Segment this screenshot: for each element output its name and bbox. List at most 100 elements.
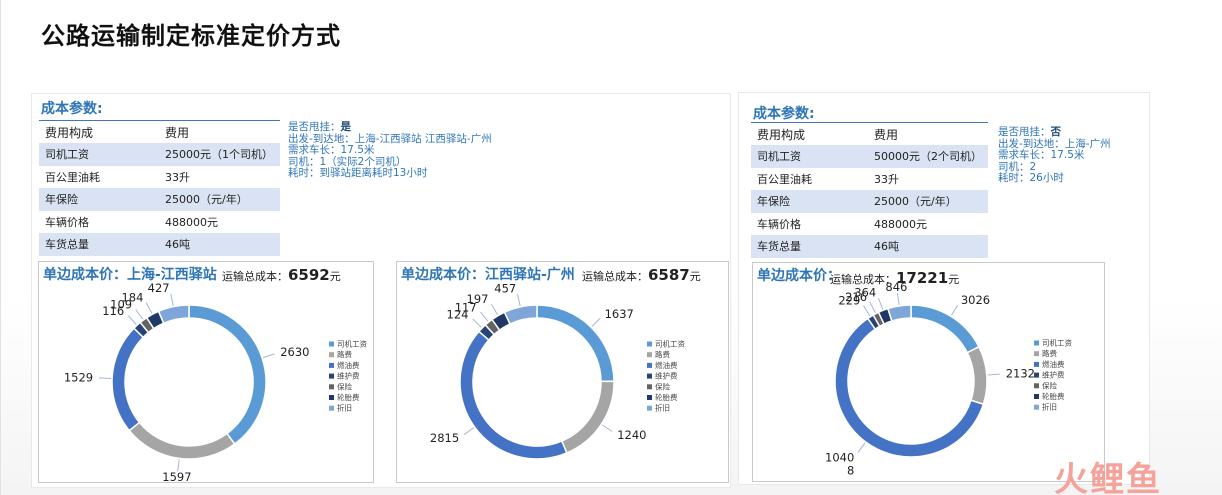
legend-swatch: [1034, 361, 1039, 367]
label-leader-line: [135, 309, 144, 320]
legend-swatch: [647, 341, 652, 347]
data-label: 197: [467, 292, 489, 306]
legend-swatch: [1034, 340, 1039, 346]
table-cell: 车货总量: [39, 233, 159, 256]
table-cell: 25000元（1个司机）: [159, 143, 280, 166]
legend-swatch: [647, 405, 652, 411]
table-cell: 33升: [165, 170, 190, 184]
card-relay-route: 成本参数: 费用构成 费用 司机工资 25000元（1个司机） 百公里油耗 33…: [31, 93, 731, 488]
legend-label: 司机工资: [337, 339, 367, 349]
data-label: 3026: [961, 293, 990, 307]
route-notes: 是否甩挂：是 出发-到达地：上海-江西驿站 江西驿站-广州 需求车长：17.5米…: [288, 121, 492, 180]
donut-slice: [560, 380, 615, 454]
data-label-line: 1597: [162, 470, 191, 484]
data-label-line: 2132: [1006, 367, 1035, 381]
data-label: 184: [121, 291, 143, 305]
table-row: 车货总量 46吨: [39, 233, 280, 256]
chart-title: 单边成本价：上海-江西驿站: [43, 267, 217, 283]
donut-slice: [536, 304, 615, 383]
data-label: 2132: [1006, 367, 1035, 381]
legend-label: 轮胎费: [1042, 391, 1065, 401]
note-line: 耗时：到驿站距离耗时13小时: [288, 167, 428, 180]
total-label: 运输总成本：: [582, 270, 648, 283]
donut-slice: [459, 330, 568, 460]
chart-total: 运输总成本：17221元: [830, 269, 959, 287]
chart-panel: 2630 1597 1529 116 109 184 427 司机工资 路费 燃油费 维护费 保险 轮胎…: [38, 261, 374, 484]
label-leader-line: [145, 302, 153, 314]
data-label: 1040 8: [825, 450, 854, 477]
table-row: 车辆价格 488000元: [39, 211, 280, 234]
legend-swatch: [647, 373, 652, 379]
table-cell: 司机工资: [751, 145, 868, 168]
table-cell: 车辆价格: [757, 217, 801, 231]
donut-slice: [111, 327, 145, 432]
legend-label: 折旧: [655, 403, 670, 413]
column-header: 费用构成: [751, 122, 868, 145]
total-label: 运输总成本：: [222, 270, 288, 283]
legend-swatch: [1034, 351, 1039, 357]
label-leader-line: [869, 301, 876, 313]
legend-label: 司机工资: [655, 339, 685, 349]
total-unit: 元: [948, 273, 960, 286]
legend-label: 折旧: [1042, 402, 1057, 412]
label-leader-line: [262, 353, 275, 359]
label-leader-line: [896, 292, 900, 305]
table-cell: 50000元（2个司机）: [868, 145, 988, 168]
table-cell: 司机工资: [39, 143, 159, 166]
chart-title: 单边成本价：: [757, 268, 841, 284]
legend-label: 燃油费: [655, 360, 678, 370]
donut-slice: [886, 304, 912, 322]
donut-chart: 163712402815124117197457司机工资路费燃油费维护费保险轮胎…: [430, 281, 685, 460]
data-label-line: 364: [854, 286, 876, 300]
data-label-line: 8: [847, 463, 854, 477]
table-cell: 25000（元/年）: [868, 190, 988, 213]
label-leader-line: [591, 317, 601, 327]
table-row: 司机工资 25000元（1个司机）: [39, 143, 280, 166]
data-label: 1637: [605, 307, 634, 321]
note-value: 否: [1050, 126, 1062, 138]
legend-swatch: [1034, 372, 1039, 378]
table-cell: 百公里油耗: [45, 170, 100, 184]
label-leader-line: [127, 315, 137, 325]
label-leader-line: [601, 424, 613, 432]
table-cell: 488000元: [165, 215, 218, 229]
note-label: 是否甩挂：: [998, 126, 1051, 138]
data-label-line: 1637: [605, 307, 634, 321]
chart-panel: 3026 2132 1040 8 229 216 364 846 司机工资 路费 燃油费 维护费 保险轮…: [752, 262, 1105, 482]
label-leader-line: [863, 305, 871, 317]
card-direct-route: 成本参数: 费用构成 费用 司机工资 50000元（2个司机） 百公里油耗 33…: [738, 92, 1150, 485]
cost-table: 费用构成 费用 司机工资 50000元（2个司机） 百公里油耗 33升 年保险 …: [751, 122, 988, 258]
data-label: 2630: [280, 345, 309, 359]
legend-label: 路费: [337, 349, 352, 359]
column-header: 费用: [159, 120, 280, 143]
section-title: 成本参数:: [753, 106, 815, 122]
legend-swatch: [329, 352, 334, 358]
table-row: 司机工资 50000元（2个司机）: [751, 145, 988, 168]
watermark-logo: 火鲤鱼: [1054, 460, 1162, 495]
table-cell: 46吨: [868, 235, 988, 258]
label-leader-line: [472, 318, 482, 328]
legend-label: 轮胎费: [337, 392, 360, 402]
data-label-line: 2815: [430, 431, 459, 445]
table-cell: 46吨: [159, 233, 280, 256]
legend-label: 路费: [655, 349, 670, 359]
total-unit: 元: [689, 270, 701, 283]
legend-swatch: [647, 384, 652, 390]
table-cell: 年保险: [39, 188, 159, 211]
section-title: 成本参数:: [41, 101, 103, 117]
legend-label: 折旧: [337, 403, 352, 413]
data-label-line: 2630: [280, 345, 309, 359]
legend-label: 燃油费: [1042, 359, 1065, 369]
table-cell: 年保险: [751, 190, 868, 213]
label-leader-line: [170, 293, 174, 306]
label-leader-line: [491, 304, 499, 315]
table-row: 车辆价格 488000元: [751, 213, 988, 236]
label-leader-line: [877, 298, 884, 310]
legend-swatch: [329, 384, 334, 390]
label-leader-line: [987, 373, 1000, 376]
data-label-line: 1529: [64, 371, 93, 385]
table-row: 年保险 25000（元/年）: [751, 190, 988, 213]
label-leader-line: [480, 311, 489, 322]
chart-total: 运输总成本：6592元: [222, 266, 341, 284]
donut-slice: [966, 345, 988, 406]
